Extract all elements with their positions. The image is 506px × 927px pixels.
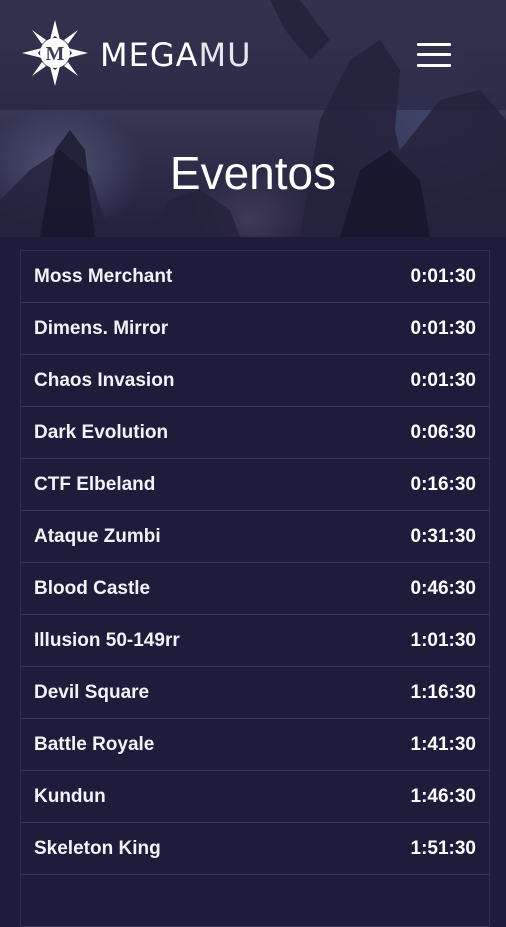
event-time: 1:41:30 bbox=[410, 733, 477, 755]
event-name: Illusion 50-149rr bbox=[34, 629, 180, 651]
event-time: 1:01:30 bbox=[410, 629, 477, 651]
event-row: Chaos Invasion 0:01:30 bbox=[21, 355, 489, 407]
event-time: 0:01:30 bbox=[410, 265, 477, 287]
event-row: Kundun 1:46:30 bbox=[21, 771, 489, 823]
event-time: 0:46:30 bbox=[410, 577, 477, 599]
event-name: Skeleton King bbox=[34, 837, 161, 859]
top-navigation-bar: M MEGAMU bbox=[0, 0, 506, 110]
megamu-logo-icon[interactable]: M bbox=[22, 20, 88, 86]
event-row: Dark Evolution 0:06:30 bbox=[21, 407, 489, 459]
event-time: 0:06:30 bbox=[410, 421, 477, 443]
event-name: Moss Merchant bbox=[34, 265, 173, 287]
event-name: Devil Square bbox=[34, 681, 150, 703]
event-row: Moss Merchant 0:01:30 bbox=[21, 250, 489, 303]
logo-letter: M bbox=[46, 43, 65, 65]
event-name: Kundun bbox=[34, 785, 106, 807]
event-row: Illusion 50-149rr 1:01:30 bbox=[21, 615, 489, 667]
brand-name[interactable]: MEGAMU bbox=[100, 36, 252, 74]
event-row: Ataque Zumbi 0:31:30 bbox=[21, 511, 489, 563]
event-name: Blood Castle bbox=[34, 577, 151, 599]
event-time: 0:31:30 bbox=[410, 525, 477, 547]
event-time: 1:16:30 bbox=[410, 681, 477, 703]
event-name: Battle Royale bbox=[34, 733, 155, 755]
event-row: Blood Castle 0:46:30 bbox=[21, 563, 489, 615]
event-row bbox=[21, 875, 489, 927]
event-name: Chaos Invasion bbox=[34, 369, 175, 391]
event-row: Dimens. Mirror 0:01:30 bbox=[21, 303, 489, 355]
event-time: 1:51:30 bbox=[410, 837, 477, 859]
event-row: Skeleton King 1:51:30 bbox=[21, 823, 489, 875]
event-name: CTF Elbeland bbox=[34, 473, 156, 495]
brand-name-part2: MU bbox=[198, 36, 252, 74]
event-name: Dimens. Mirror bbox=[34, 317, 169, 339]
brand-name-part1: MEGA bbox=[100, 36, 199, 74]
event-row: Battle Royale 1:41:30 bbox=[21, 719, 489, 771]
event-time: 0:01:30 bbox=[410, 369, 477, 391]
events-list: Moss Merchant 0:01:30 Dimens. Mirror 0:0… bbox=[20, 250, 490, 927]
event-time: 0:16:30 bbox=[410, 473, 477, 495]
event-name: Ataque Zumbi bbox=[34, 525, 161, 547]
event-name: Dark Evolution bbox=[34, 421, 169, 443]
hero-banner: M MEGAMU Eventos bbox=[0, 0, 506, 237]
event-time: 1:46:30 bbox=[410, 785, 477, 807]
page-title: Eventos bbox=[169, 147, 337, 199]
event-row: Devil Square 1:16:30 bbox=[21, 667, 489, 719]
event-time: 0:01:30 bbox=[410, 317, 477, 339]
event-row: CTF Elbeland 0:16:30 bbox=[21, 459, 489, 511]
hamburger-icon[interactable] bbox=[414, 40, 454, 70]
